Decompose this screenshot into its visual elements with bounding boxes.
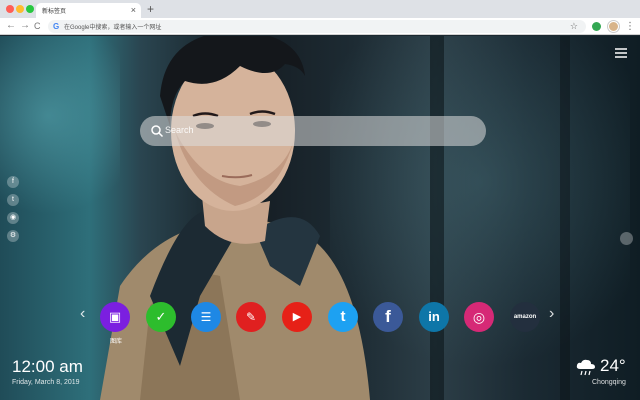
app-tasks[interactable]: ✓ xyxy=(146,302,176,332)
search-icon xyxy=(151,125,164,138)
tab-title: 新标签页 xyxy=(42,9,67,15)
bookmark-star-icon[interactable]: ☆ xyxy=(570,20,578,33)
game-icon: ✎ xyxy=(245,310,257,324)
checkmark-icon: ✓ xyxy=(155,309,167,324)
bell-icon[interactable] xyxy=(620,232,633,245)
facebook-icon: f xyxy=(385,307,391,326)
app-games[interactable]: ✎ xyxy=(236,302,266,332)
new-tab-button[interactable]: + xyxy=(147,1,154,17)
twitter-icon[interactable]: t xyxy=(7,194,19,206)
app-news[interactable]: ☰ xyxy=(191,302,221,332)
extension-icon[interactable] xyxy=(592,22,601,31)
news-icon: ☰ xyxy=(200,310,212,324)
weather-temperature: 24° xyxy=(600,356,626,375)
app-label-gallery: 图库 xyxy=(109,339,122,345)
reload-button[interactable]: C xyxy=(34,19,41,33)
browser-menu-button[interactable]: ⋮ xyxy=(625,18,635,35)
address-placeholder: 在Google中搜索，或者输入一个网址 xyxy=(64,25,162,31)
new-tab-page: Search f t ◉ ⚙ ‹ ▣ 图库 ✓ ☰ ✎ ▶ t f in ◎ a… xyxy=(0,36,640,400)
next-apps-button[interactable]: › xyxy=(549,304,554,324)
forward-button[interactable]: → xyxy=(20,19,30,33)
profile-avatar[interactable] xyxy=(608,21,619,32)
search-box[interactable]: Search xyxy=(140,116,486,146)
clock-date: Friday, March 8, 2019 xyxy=(12,379,80,386)
search-placeholder: Search xyxy=(165,125,194,135)
clock-time: 12:00 am xyxy=(12,357,83,376)
maximize-window-button[interactable] xyxy=(26,5,34,13)
minimize-window-button[interactable] xyxy=(16,5,24,13)
gallery-icon: ▣ xyxy=(108,309,122,324)
google-icon: G xyxy=(53,22,60,31)
app-facebook[interactable]: f xyxy=(373,302,403,332)
wallpaper-portrait xyxy=(100,36,370,400)
amazon-icon: amazon xyxy=(513,314,537,320)
weather-city: Chongqing xyxy=(592,379,626,386)
app-youtube[interactable]: ▶ xyxy=(282,302,312,332)
linkedin-icon: in xyxy=(428,309,440,324)
twitter-icon: t xyxy=(340,308,346,325)
back-button[interactable]: ← xyxy=(6,19,16,33)
browser-toolbar: ← → C G 在Google中搜索，或者输入一个网址 ☆ xyxy=(0,18,640,35)
app-gallery[interactable]: ▣ xyxy=(100,302,130,332)
app-instagram[interactable]: ◎ xyxy=(464,302,494,332)
youtube-icon: ▶ xyxy=(292,311,302,323)
app-linkedin[interactable]: in xyxy=(419,302,449,332)
rain-cloud-icon xyxy=(576,359,595,376)
tab-new-tab[interactable]: 新标签页 × xyxy=(36,3,141,18)
app-twitter[interactable]: t xyxy=(328,302,358,332)
previous-apps-button[interactable]: ‹ xyxy=(80,304,85,324)
close-window-button[interactable] xyxy=(6,5,14,13)
settings-icon[interactable]: ⚙ xyxy=(7,230,19,242)
close-icon[interactable]: × xyxy=(131,4,136,16)
address-bar[interactable]: G 在Google中搜索，或者输入一个网址 ☆ xyxy=(48,20,586,33)
facebook-icon[interactable]: f xyxy=(7,176,19,188)
instagram-icon: ◎ xyxy=(472,309,486,325)
tab-strip: 新标签页 × + xyxy=(0,0,640,18)
user-icon[interactable]: ◉ xyxy=(7,212,19,224)
app-amazon[interactable]: amazon xyxy=(510,302,540,332)
hamburger-menu-icon[interactable] xyxy=(615,48,627,58)
